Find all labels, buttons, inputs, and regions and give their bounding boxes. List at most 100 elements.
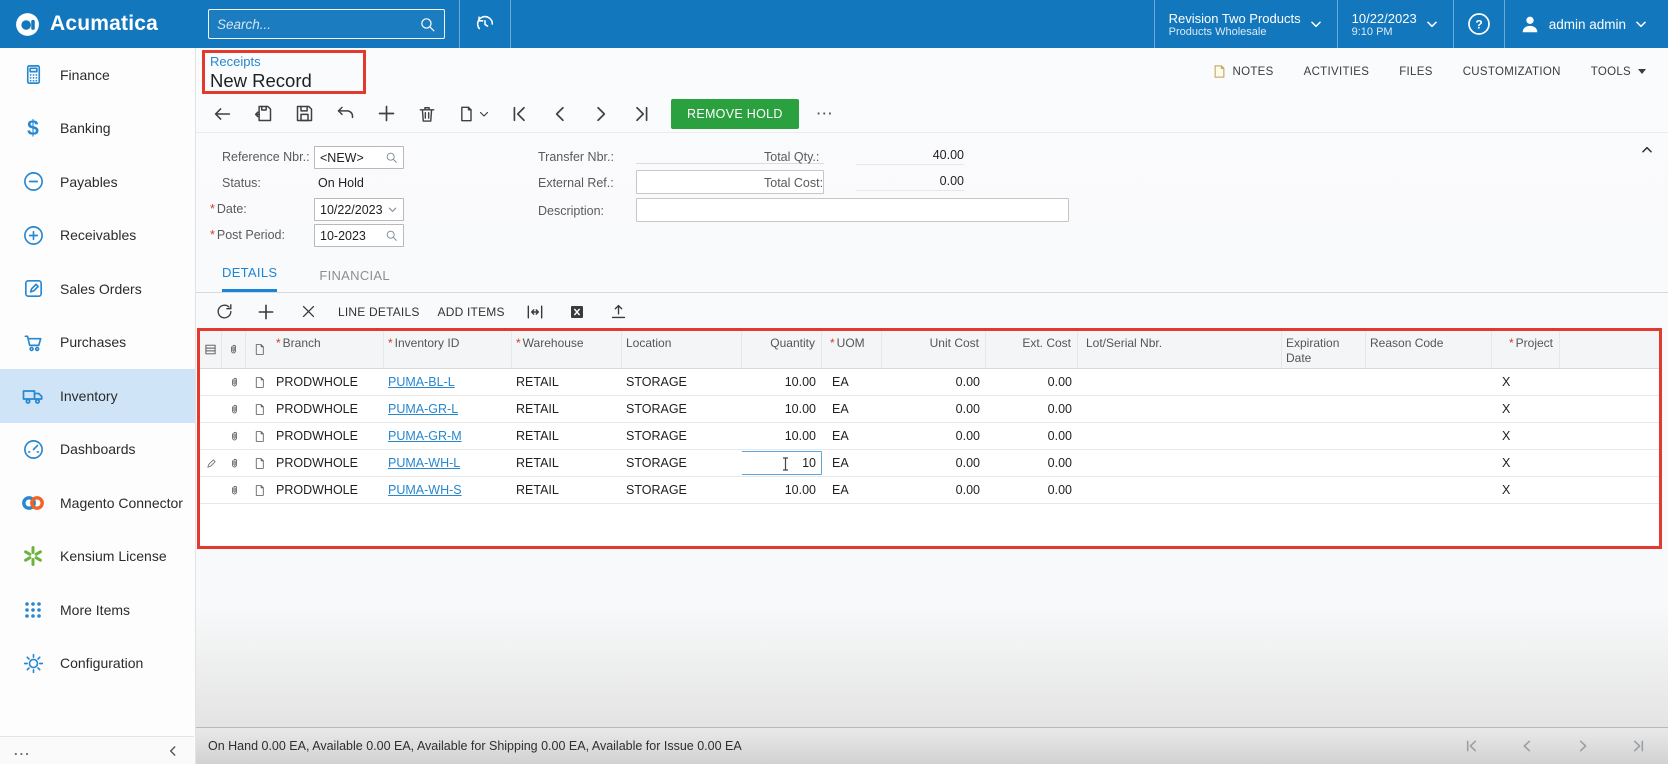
cell-warehouse[interactable]: RETAIL (512, 456, 622, 470)
cell-ext-cost[interactable]: 0.00 (986, 402, 1078, 416)
page-next-button[interactable] (1574, 737, 1592, 755)
search-box[interactable] (208, 9, 445, 39)
column-header-reason-code[interactable]: Reason Code (1366, 331, 1492, 368)
column-header-project[interactable]: * Project (1492, 331, 1560, 368)
tab-details[interactable]: DETAILS (222, 265, 278, 292)
column-header-expiration-date[interactable]: Expiration Date (1282, 331, 1366, 368)
attachment-icon[interactable] (222, 484, 246, 497)
sidebar-item-inventory[interactable]: Inventory (0, 369, 195, 423)
cell-location[interactable]: STORAGE (622, 483, 742, 497)
cell-quantity[interactable]: 10.00 (742, 483, 822, 497)
attachment-icon[interactable] (222, 457, 246, 470)
refresh-button[interactable] (212, 300, 236, 324)
cell-quantity[interactable]: 10.00 (742, 402, 822, 416)
cell-ext-cost[interactable]: 0.00 (986, 375, 1078, 389)
attachment-column-icon[interactable] (222, 331, 246, 368)
go-last-button[interactable] (630, 102, 654, 126)
sidebar-item-payables[interactable]: Payables (0, 155, 195, 209)
sidebar-item-receivables[interactable]: Receivables (0, 209, 195, 263)
note-icon[interactable] (246, 376, 272, 389)
company-branch-selector[interactable]: Revision Two Products Products Wholesale (1155, 0, 1337, 48)
cell-uom[interactable]: EA (822, 375, 882, 389)
save-button[interactable] (292, 102, 316, 126)
copy-paste-menu[interactable] (456, 104, 490, 124)
page-last-button[interactable] (1630, 737, 1648, 755)
notes-column-icon[interactable] (246, 331, 272, 368)
cell-unit-cost[interactable]: 0.00 (882, 456, 986, 470)
cell-warehouse[interactable]: RETAIL (512, 429, 622, 443)
collapse-sidebar-icon[interactable] (166, 744, 180, 758)
cell-branch[interactable]: PRODWHOLE (272, 402, 384, 416)
sidebar-item-finance[interactable]: Finance (0, 48, 195, 102)
go-previous-button[interactable] (548, 102, 572, 126)
add-new-button[interactable] (374, 102, 398, 126)
cell-location[interactable]: STORAGE (622, 402, 742, 416)
cell-quantity[interactable]: 10.00 (742, 429, 822, 443)
cell-unit-cost[interactable]: 0.00 (882, 402, 986, 416)
sidebar-item-configuration[interactable]: Configuration (0, 637, 195, 691)
tools-menu[interactable]: TOOLS (1591, 66, 1646, 78)
cell-unit-cost[interactable]: 0.00 (882, 429, 986, 443)
column-header-ext-cost[interactable]: Ext. Cost (986, 331, 1078, 368)
column-header-uom[interactable]: * UOM (822, 331, 882, 368)
post-period-field[interactable]: 10-2023 (314, 224, 404, 247)
description-input[interactable] (636, 198, 1069, 222)
cell-inventory-id-link[interactable]: PUMA-GR-M (388, 429, 462, 443)
column-header-quantity[interactable]: Quantity (742, 331, 822, 368)
sidebar-item-more-items[interactable]: More Items (0, 583, 195, 637)
table-row[interactable]: PRODWHOLE PUMA-BL-L RETAIL STORAGE 10.00… (200, 369, 1660, 396)
note-icon[interactable] (246, 484, 272, 497)
cell-project[interactable]: X (1492, 456, 1560, 470)
collapse-form-chevron[interactable] (1640, 143, 1654, 157)
table-row-editing[interactable]: PRODWHOLE PUMA-WH-L RETAIL STORAGE EA 0.… (200, 450, 1660, 477)
cell-branch[interactable]: PRODWHOLE (272, 375, 384, 389)
search-icon[interactable] (419, 16, 436, 33)
business-date-selector[interactable]: 10/22/2023 9:10 PM (1338, 0, 1453, 48)
table-row[interactable]: PRODWHOLE PUMA-GR-L RETAIL STORAGE 10.00… (200, 396, 1660, 423)
note-icon[interactable] (246, 430, 272, 443)
cell-uom[interactable]: EA (822, 483, 882, 497)
remove-hold-button[interactable]: REMOVE HOLD (671, 98, 799, 129)
date-field[interactable]: 10/22/2023 (314, 198, 404, 221)
sidebar-item-purchases[interactable]: Purchases (0, 316, 195, 370)
column-header-location[interactable]: Location (622, 331, 742, 368)
cell-branch[interactable]: PRODWHOLE (272, 483, 384, 497)
table-row[interactable]: PRODWHOLE PUMA-WH-S RETAIL STORAGE 10.00… (200, 477, 1660, 504)
cell-warehouse[interactable]: RETAIL (512, 375, 622, 389)
cell-warehouse[interactable]: RETAIL (512, 402, 622, 416)
toolbar-more-button[interactable]: ⋯ (816, 104, 834, 124)
note-icon[interactable] (246, 403, 272, 416)
delete-button[interactable] (415, 102, 439, 126)
acumatica-logo[interactable]: Acumatica (0, 0, 196, 48)
reference-nbr-field[interactable]: <NEW> (314, 146, 404, 169)
sidebar-item-dashboards[interactable]: Dashboards (0, 423, 195, 477)
cell-project[interactable]: X (1492, 429, 1560, 443)
note-icon[interactable] (246, 457, 272, 470)
cell-unit-cost[interactable]: 0.00 (882, 375, 986, 389)
add-items-button[interactable]: ADD ITEMS (438, 305, 505, 319)
cell-location[interactable]: STORAGE (622, 429, 742, 443)
sidebar-more-button[interactable]: ... (14, 743, 31, 758)
time-machine-button[interactable] (460, 0, 510, 48)
sidebar-item-banking[interactable]: $ Banking (0, 102, 195, 156)
activities-link[interactable]: ACTIVITIES (1304, 66, 1370, 78)
page-first-button[interactable] (1462, 737, 1480, 755)
attachment-icon[interactable] (222, 403, 246, 416)
cell-warehouse[interactable]: RETAIL (512, 483, 622, 497)
cell-branch[interactable]: PRODWHOLE (272, 429, 384, 443)
lookup-icon[interactable] (385, 229, 398, 242)
table-row[interactable]: PRODWHOLE PUMA-GR-M RETAIL STORAGE 10.00… (200, 423, 1660, 450)
save-and-close-button[interactable] (251, 102, 275, 126)
cell-inventory-id-link[interactable]: PUMA-BL-L (388, 375, 455, 389)
cell-uom[interactable]: EA (822, 429, 882, 443)
fit-width-icon[interactable] (523, 300, 547, 324)
user-menu[interactable]: admin admin (1505, 0, 1668, 48)
files-link[interactable]: FILES (1399, 66, 1432, 78)
attachment-icon[interactable] (222, 376, 246, 389)
go-next-button[interactable] (589, 102, 613, 126)
cell-ext-cost[interactable]: 0.00 (986, 483, 1078, 497)
column-header-warehouse[interactable]: * Warehouse (512, 331, 622, 368)
sidebar-item-kensium-license[interactable]: Kensium License (0, 530, 195, 584)
cancel-undo-button[interactable] (333, 102, 357, 126)
add-row-button[interactable] (254, 300, 278, 324)
